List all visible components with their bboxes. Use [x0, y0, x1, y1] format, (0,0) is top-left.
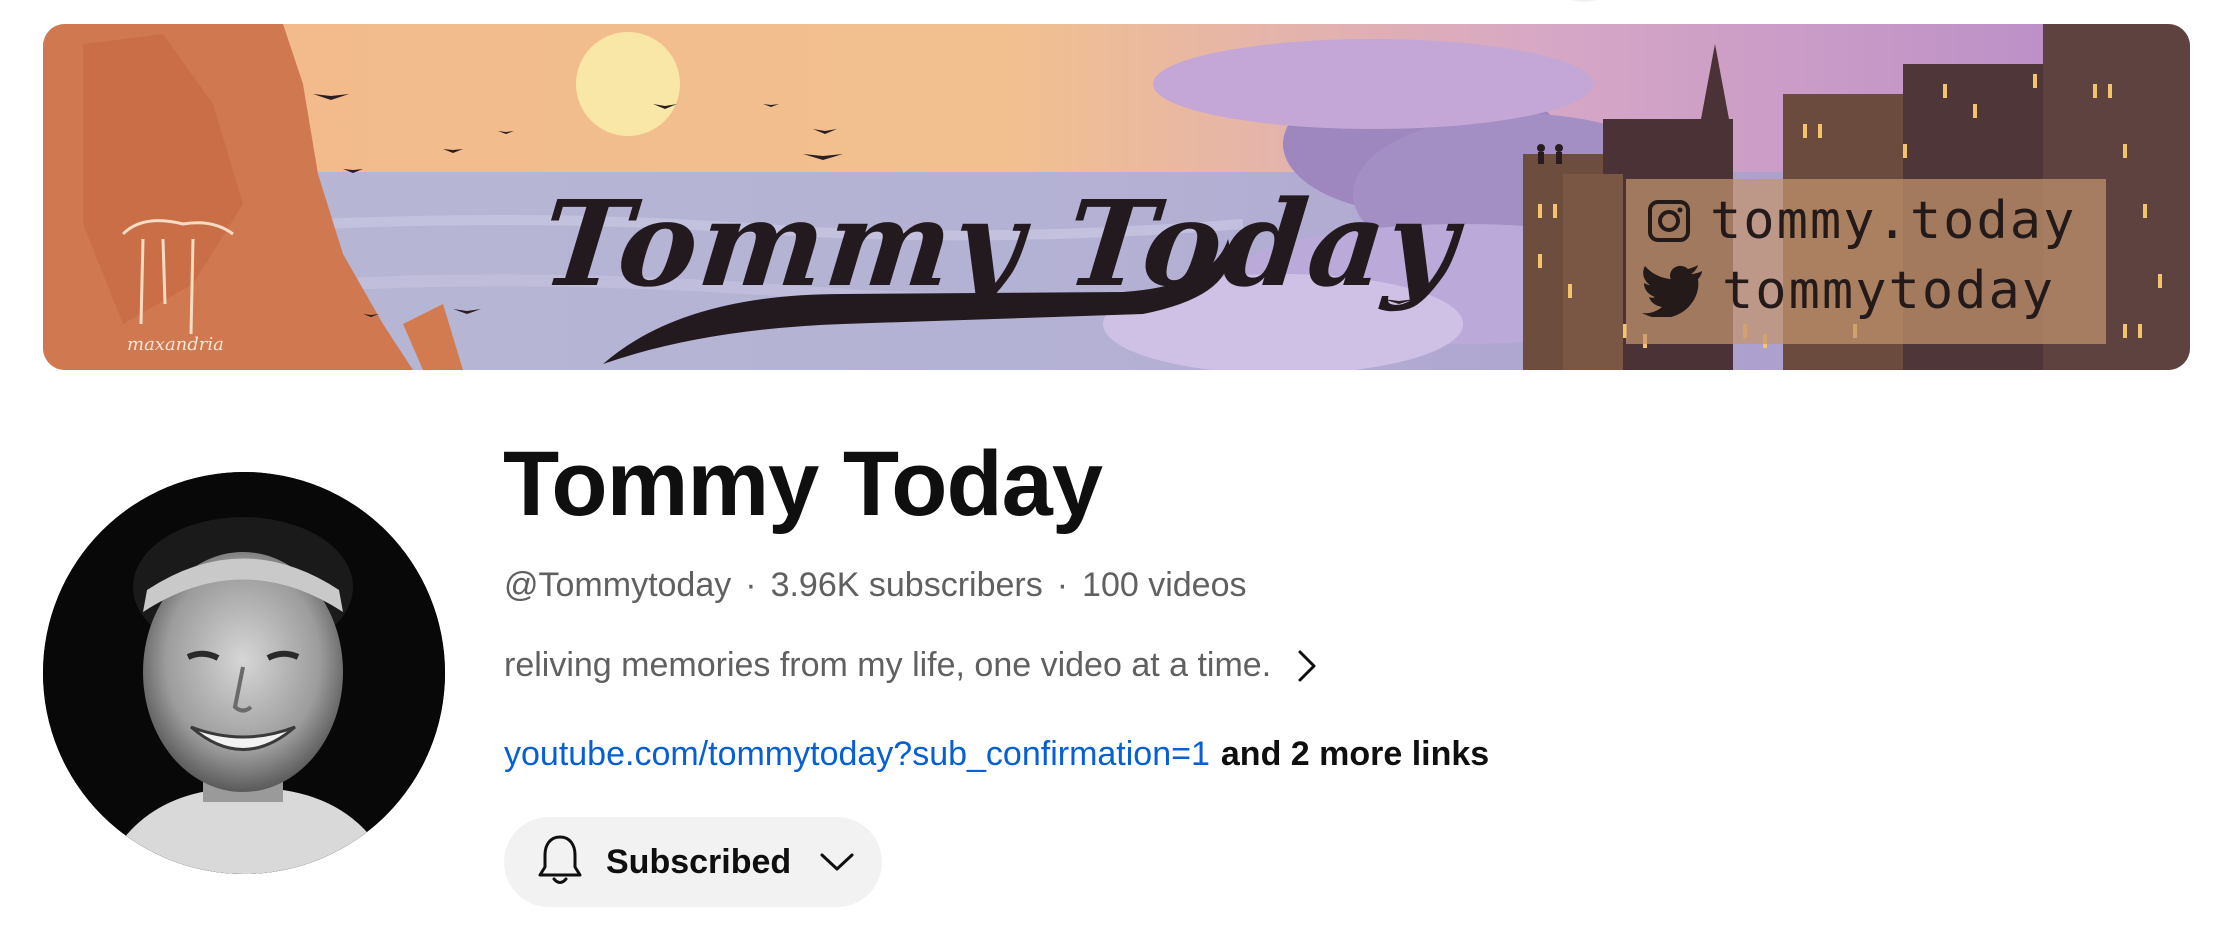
banner-artist-signature: maxandria: [127, 334, 224, 355]
channel-description[interactable]: reliving memories from my life, one vide…: [504, 646, 1317, 685]
chevron-right-icon[interactable]: [1297, 649, 1317, 683]
twitter-icon: [1642, 265, 1702, 317]
channel-links: youtube.com/tommytoday?sub_confirmation=…: [504, 735, 1489, 774]
channel-page: Tommy Today tommy.today tommytoday maxan…: [0, 0, 2232, 948]
instagram-icon: [1648, 200, 1690, 242]
subscribed-button-label: Subscribed: [606, 842, 792, 881]
chevron-down-icon: [819, 851, 855, 873]
bell-icon: [536, 833, 584, 892]
channel-handle: @Tommytoday: [504, 566, 732, 604]
meta-separator: ·: [1056, 566, 1069, 604]
channel-meta: @Tommytoday · 3.96K subscribers · 100 vi…: [504, 566, 1247, 605]
channel-name: Tommy Today: [503, 433, 1103, 535]
channel-avatar[interactable]: [43, 472, 445, 874]
subscriber-count: 3.96K subscribers: [770, 566, 1043, 604]
banner-title: Tommy Today: [535, 174, 1466, 313]
avatar-photo: [43, 472, 445, 874]
banner-social-card: tommy.today tommytoday: [1626, 179, 2106, 344]
banner-twitter-row: tommytoday: [1642, 261, 2055, 321]
meta-separator: ·: [745, 566, 757, 604]
channel-banner: Tommy Today tommy.today tommytoday maxan…: [43, 24, 2190, 370]
video-count: 100 videos: [1082, 566, 1247, 604]
more-links-button[interactable]: and 2 more links: [1221, 735, 1489, 774]
banner-twitter-handle: tommytoday: [1722, 261, 2056, 321]
banner-instagram-handle: tommy.today: [1710, 191, 2077, 251]
channel-description-text[interactable]: reliving memories from my life, one vide…: [504, 646, 1271, 685]
subscribed-button[interactable]: Subscribed: [504, 817, 882, 907]
channel-primary-link[interactable]: youtube.com/tommytoday?sub_confirmation=…: [504, 735, 1210, 774]
voice-search-button[interactable]: [1555, 0, 1613, 2]
banner-instagram-row: tommy.today: [1646, 191, 2076, 251]
